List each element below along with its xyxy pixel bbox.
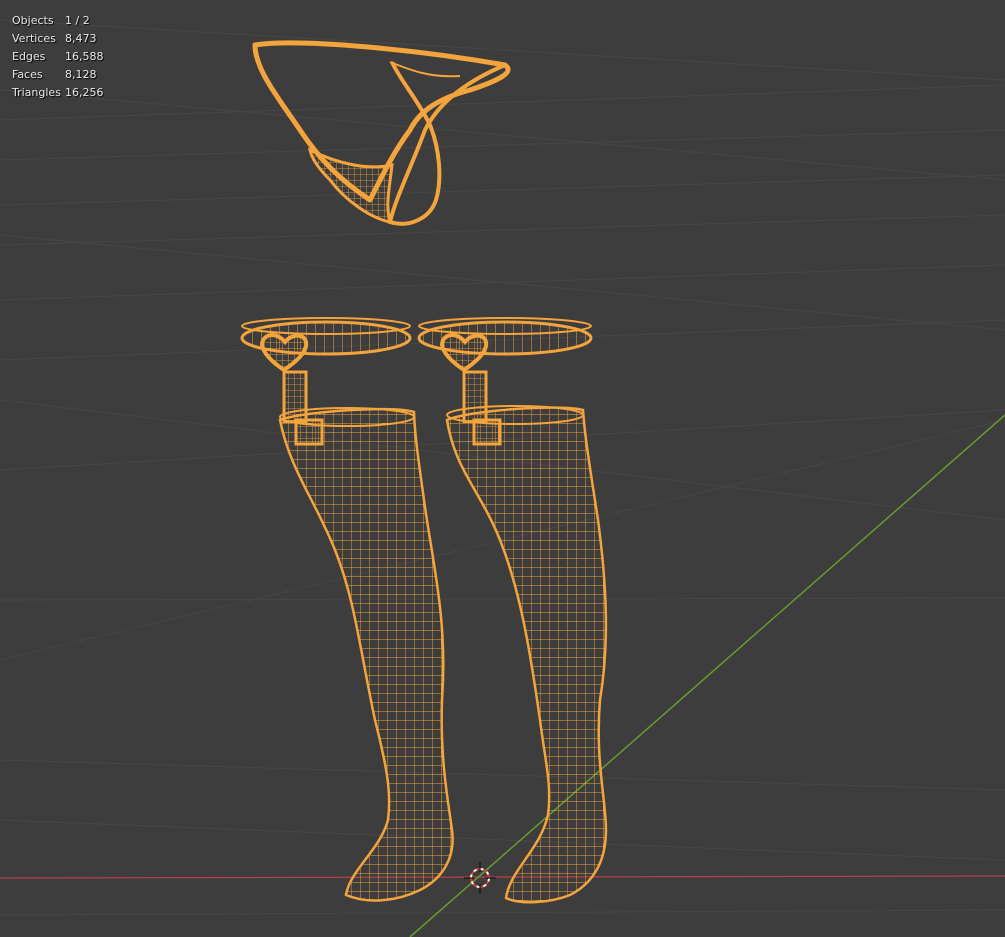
stat-value: 8,128 xyxy=(65,68,97,81)
right-stocking-mesh[interactable] xyxy=(440,400,640,910)
stat-label: Triangles xyxy=(12,86,61,99)
left-stocking-mesh[interactable] xyxy=(270,400,470,910)
stat-value: 16,588 xyxy=(65,50,104,63)
stat-objects: Objects 1 / 2 xyxy=(12,12,125,30)
statistics-overlay: Objects 1 / 2 Vertices 8,473 Edges 16,58… xyxy=(12,12,125,102)
3d-cursor-icon[interactable] xyxy=(464,862,496,894)
3d-viewport[interactable]: Objects 1 / 2 Vertices 8,473 Edges 16,58… xyxy=(0,0,1005,937)
stat-value: 1 / 2 xyxy=(65,14,90,27)
stat-value: 16,256 xyxy=(65,86,104,99)
stat-label: Faces xyxy=(12,68,43,81)
stat-edges: Edges 16,588 xyxy=(12,48,125,66)
stat-faces: Faces 8,128 xyxy=(12,66,125,84)
stat-label: Vertices xyxy=(12,32,56,45)
stat-triangles: Triangles 16,256 xyxy=(12,84,125,102)
viewport-scene[interactable] xyxy=(0,0,1005,937)
stat-label: Edges xyxy=(12,50,46,63)
x-axis-line xyxy=(0,875,1005,879)
stat-value: 8,473 xyxy=(65,32,97,45)
stat-label: Objects xyxy=(12,14,54,27)
stat-vertices: Vertices 8,473 xyxy=(12,30,125,48)
